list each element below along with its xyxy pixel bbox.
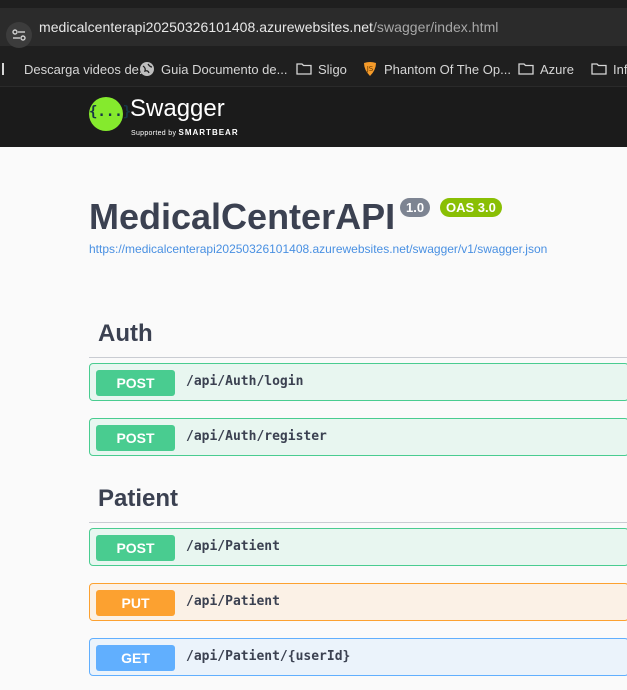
version-badge: 1.0 [400, 198, 431, 217]
operation-put-patient[interactable]: PUT /api/Patient [89, 583, 627, 621]
operation-path: /api/Patient [186, 539, 280, 554]
logo-glyph: {...} [89, 104, 132, 120]
operation-post-auth-login[interactable]: POST /api/Auth/login [89, 363, 627, 401]
operation-path: /api/Patient/{userId} [186, 649, 351, 664]
bookmark-inf[interactable]: Inf [591, 59, 627, 79]
operation-path: /api/Patient [186, 594, 280, 609]
bookmark-sligo[interactable]: Sligo [296, 59, 347, 79]
bookmark-label: Phantom Of The Op... [384, 61, 511, 77]
bookmark-descarga-videos[interactable]: Descarga videos de... [2, 59, 150, 79]
section-divider [89, 357, 627, 358]
method-badge: PUT [96, 590, 175, 616]
bookmark-label: Sligo [318, 61, 347, 77]
supported-by-text: Supported by [131, 130, 177, 137]
bookmark-phantom[interactable]: JS Phantom Of The Op... [362, 59, 511, 79]
url-host: medicalcenterapi20250326101408.azurewebs… [39, 19, 373, 35]
operation-post-patient[interactable]: POST /api/Patient [89, 528, 627, 566]
swagger-logo-text[interactable]: Swagger [130, 95, 225, 123]
browser-toolbar: medicalcenterapi20250326101408.azurewebs… [0, 0, 627, 52]
supported-by-smartbear: Supported by SMARTBEAR [131, 128, 239, 137]
bookmark-guia-documento[interactable]: Guia Documento de... [139, 59, 287, 79]
method-badge: POST [96, 425, 175, 451]
swagger-topbar: {...} Swagger Supported by SMARTBEAR [0, 87, 627, 147]
smartbear-brand: SMARTBEAR [178, 128, 239, 137]
operation-get-patient-userid[interactable]: GET /api/Patient/{userId} [89, 638, 627, 676]
method-badge: POST [96, 370, 175, 396]
bookmark-label: Guia Documento de... [161, 61, 288, 77]
operation-path: /api/Auth/login [186, 374, 304, 389]
folder-icon [296, 61, 312, 77]
site-settings-icon[interactable] [6, 22, 32, 48]
url-text[interactable]: medicalcenterapi20250326101408.azurewebs… [39, 19, 498, 35]
svg-text:JS: JS [366, 65, 374, 73]
globe-icon [139, 61, 155, 77]
section-divider [89, 522, 627, 523]
bookmark-azure[interactable]: Azure [518, 59, 574, 79]
bookmark-label: Azure [540, 61, 574, 77]
api-title: MedicalCenterAPI [89, 196, 396, 237]
swagger-logo-icon[interactable]: {...} [89, 97, 132, 131]
guitar-pick-icon: JS [362, 61, 378, 77]
swagger-json-link[interactable]: https://medicalcenterapi20250326101408.a… [89, 242, 547, 256]
oas-badge: OAS 3.0 [440, 198, 502, 217]
bookmarks-bar: Descarga videos de... Guia Documento de.… [0, 52, 627, 87]
bookmark-label: Inf [613, 61, 627, 77]
folder-icon [591, 61, 607, 77]
bookmark-label: Descarga videos de... [24, 61, 150, 77]
method-badge: GET [96, 645, 175, 671]
operation-path: /api/Auth/register [186, 429, 327, 444]
section-title-auth[interactable]: Auth [98, 320, 153, 348]
folder-icon [518, 61, 534, 77]
section-title-patient[interactable]: Patient [98, 485, 178, 513]
page-icon [2, 61, 18, 77]
url-path: /swagger/index.html [372, 19, 499, 35]
method-badge: POST [96, 535, 175, 561]
operation-post-auth-register[interactable]: POST /api/Auth/register [89, 418, 627, 456]
